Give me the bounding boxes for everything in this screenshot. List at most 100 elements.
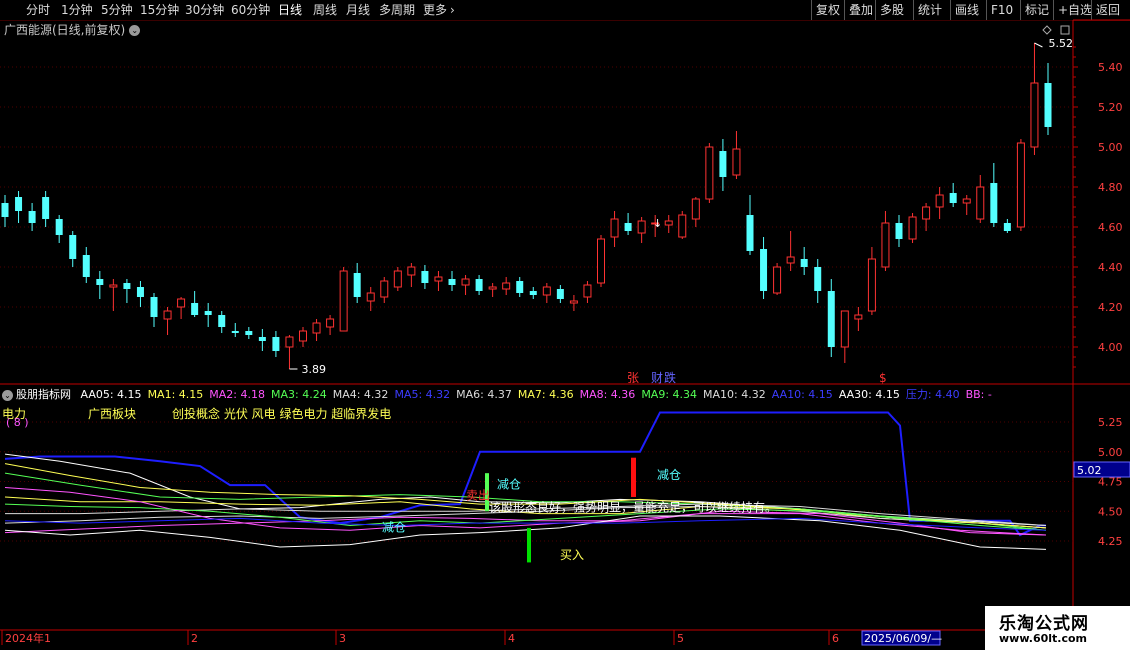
candle-body-up bbox=[542, 286, 551, 296]
candle-body-down bbox=[556, 289, 564, 299]
watermark-url: www.60lt.com bbox=[999, 632, 1088, 645]
candle-body-up bbox=[935, 194, 944, 208]
candle-body-up bbox=[339, 270, 348, 332]
candle-body-up bbox=[908, 216, 917, 240]
candle-body-up bbox=[1016, 142, 1025, 228]
candle-body-down bbox=[55, 219, 63, 235]
candle-body-down bbox=[69, 235, 77, 259]
count-label: ( 8 ) bbox=[6, 416, 29, 429]
date-label: 3 bbox=[339, 632, 346, 645]
indicator-header: ⌄ 股朋指标网 AA05: 4.15 MA1: 4.15 MA2: 4.18 MA3: … bbox=[2, 388, 992, 402]
candle-body-up bbox=[597, 238, 605, 284]
signal-bar-red bbox=[631, 457, 636, 497]
high-marker-arrow bbox=[1034, 42, 1043, 48]
ma-line-6 bbox=[4, 463, 1047, 529]
date-label: 4 bbox=[508, 632, 515, 645]
candle-body-up bbox=[502, 282, 511, 290]
candle-body-down bbox=[150, 297, 158, 317]
candle-body-down bbox=[1044, 83, 1052, 127]
note-jiancang-2: 减仓 bbox=[657, 468, 681, 482]
date-label: 2024年1 bbox=[5, 631, 51, 645]
candle-body-down bbox=[1003, 223, 1011, 231]
candle-body-down bbox=[96, 279, 104, 285]
candle-body-up bbox=[569, 300, 578, 304]
candle-body-up bbox=[461, 278, 470, 286]
candle-body-up bbox=[488, 286, 497, 290]
candle-body-down bbox=[516, 281, 524, 293]
candle-body-up bbox=[881, 222, 890, 268]
candle-body-up bbox=[583, 284, 592, 298]
candle-body-down bbox=[1, 203, 9, 217]
candle-body-down bbox=[760, 249, 768, 291]
candle-body-down bbox=[624, 223, 632, 231]
candle-body-up bbox=[840, 310, 849, 348]
candle-body-up bbox=[705, 146, 714, 200]
candle-body-down bbox=[191, 303, 199, 315]
indicator-value-4: MA4: 4.32 bbox=[332, 388, 389, 401]
candle-body-up bbox=[366, 292, 375, 302]
candle-body-down bbox=[529, 291, 537, 295]
candle-body-down bbox=[258, 337, 266, 341]
candle-body-up bbox=[109, 284, 118, 288]
candle-body-up bbox=[976, 186, 985, 220]
indicator-value-1: MA1: 4.15 bbox=[147, 388, 204, 401]
indicator-value-9: MA9: 4.34 bbox=[641, 388, 698, 401]
candle-body-up bbox=[962, 198, 971, 204]
candle-body-down bbox=[42, 197, 50, 219]
note-sell: 卖出 bbox=[466, 488, 490, 502]
candle-body-down bbox=[82, 255, 90, 277]
candle-body-up bbox=[786, 256, 795, 264]
high-label: 5.52 bbox=[1048, 37, 1073, 50]
candle-body-down bbox=[895, 223, 903, 239]
chevron-down-icon[interactable]: ⌄ bbox=[2, 389, 13, 401]
candle-body-down bbox=[28, 211, 36, 223]
ind-tick-label: 5.25 bbox=[1098, 416, 1123, 429]
indicator-name: 股朋指标网 bbox=[16, 388, 71, 401]
candle-body-up bbox=[285, 336, 294, 348]
note-comment: 该股形态良好，强势明显，量能充足，可以继续持有。 bbox=[489, 499, 777, 514]
indicator-value-14: BB: - bbox=[965, 388, 992, 401]
date-label: 5 bbox=[677, 632, 684, 645]
candle-body-up bbox=[393, 270, 402, 288]
candle-body-up bbox=[773, 266, 782, 294]
price-tick-label: 4.60 bbox=[1098, 221, 1123, 234]
indicator-value-2: MA2: 4.18 bbox=[209, 388, 265, 401]
indicator-value-7: MA7: 4.36 bbox=[517, 388, 574, 401]
candle-body-up bbox=[177, 298, 186, 308]
candle-body-up bbox=[610, 218, 619, 238]
down-arrow-mark: ↓ bbox=[653, 217, 662, 230]
price-tick-label: 5.40 bbox=[1098, 61, 1123, 74]
indicator-value-5: MA5: 4.32 bbox=[394, 388, 451, 401]
current-value-label: 5.02 bbox=[1077, 464, 1102, 477]
indicator-value-3: MA3: 4.24 bbox=[271, 388, 327, 401]
candle-body-up bbox=[637, 220, 646, 234]
region-label: 广西板块 bbox=[88, 407, 137, 421]
candle-body-up bbox=[326, 318, 335, 328]
candle-body-up bbox=[732, 148, 741, 176]
price-tick-label: 4.40 bbox=[1098, 261, 1123, 274]
candle-body-down bbox=[123, 283, 131, 289]
candle-body-down bbox=[204, 311, 212, 315]
candle-body-up bbox=[867, 258, 876, 312]
price-tick-label: 4.20 bbox=[1098, 301, 1123, 314]
indicator-value-8: MA8: 4.36 bbox=[579, 388, 636, 401]
candle-body-down bbox=[827, 291, 835, 347]
candle-body-down bbox=[15, 197, 23, 211]
note-jiancang-3: 减仓 bbox=[382, 520, 406, 534]
signal-bar-buy bbox=[527, 527, 531, 563]
candle-body-down bbox=[218, 315, 226, 327]
candle-body-up bbox=[434, 276, 443, 282]
candle-body-up bbox=[691, 198, 700, 220]
candle-body-up bbox=[380, 280, 389, 298]
watermark-title: 乐淘公式网 bbox=[999, 614, 1089, 634]
watermark: 乐淘公式网 www.60lt.com bbox=[985, 606, 1130, 650]
note-buy: 买入 bbox=[560, 548, 584, 562]
candle-body-down bbox=[814, 267, 822, 291]
candle-body-down bbox=[800, 259, 808, 267]
date-label: 6 bbox=[832, 632, 839, 645]
event-dollar: $ bbox=[879, 371, 887, 385]
candle-body-down bbox=[448, 279, 456, 285]
ind-tick-label: 5.00 bbox=[1098, 446, 1123, 459]
price-tick-label: 4.80 bbox=[1098, 181, 1123, 194]
candle-body-up bbox=[312, 322, 321, 334]
